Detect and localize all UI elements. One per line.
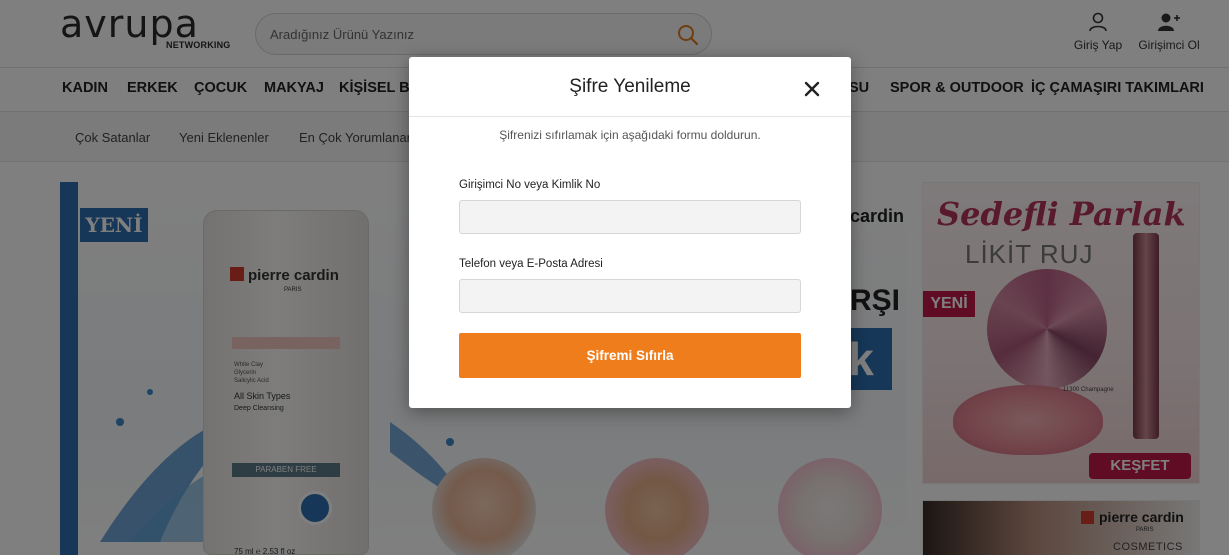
id-field-label: Girişimci No veya Kimlik No (459, 179, 601, 191)
modal-title: Şifre Yenileme (569, 76, 691, 97)
phone-email-input[interactable] (459, 279, 801, 313)
modal-header: Şifre Yenileme (409, 57, 851, 117)
modal-description: Şifrenizi sıfırlamak için aşağıdaki form… (499, 128, 761, 142)
reset-password-button[interactable]: Şifremi Sıfırla (459, 333, 801, 378)
close-icon[interactable] (801, 78, 823, 100)
contact-field-label: Telefon veya E-Posta Adresi (459, 258, 603, 270)
password-reset-modal: Şifre Yenileme Şifrenizi sıfırlamak için… (409, 57, 851, 408)
id-number-input[interactable] (459, 200, 801, 234)
